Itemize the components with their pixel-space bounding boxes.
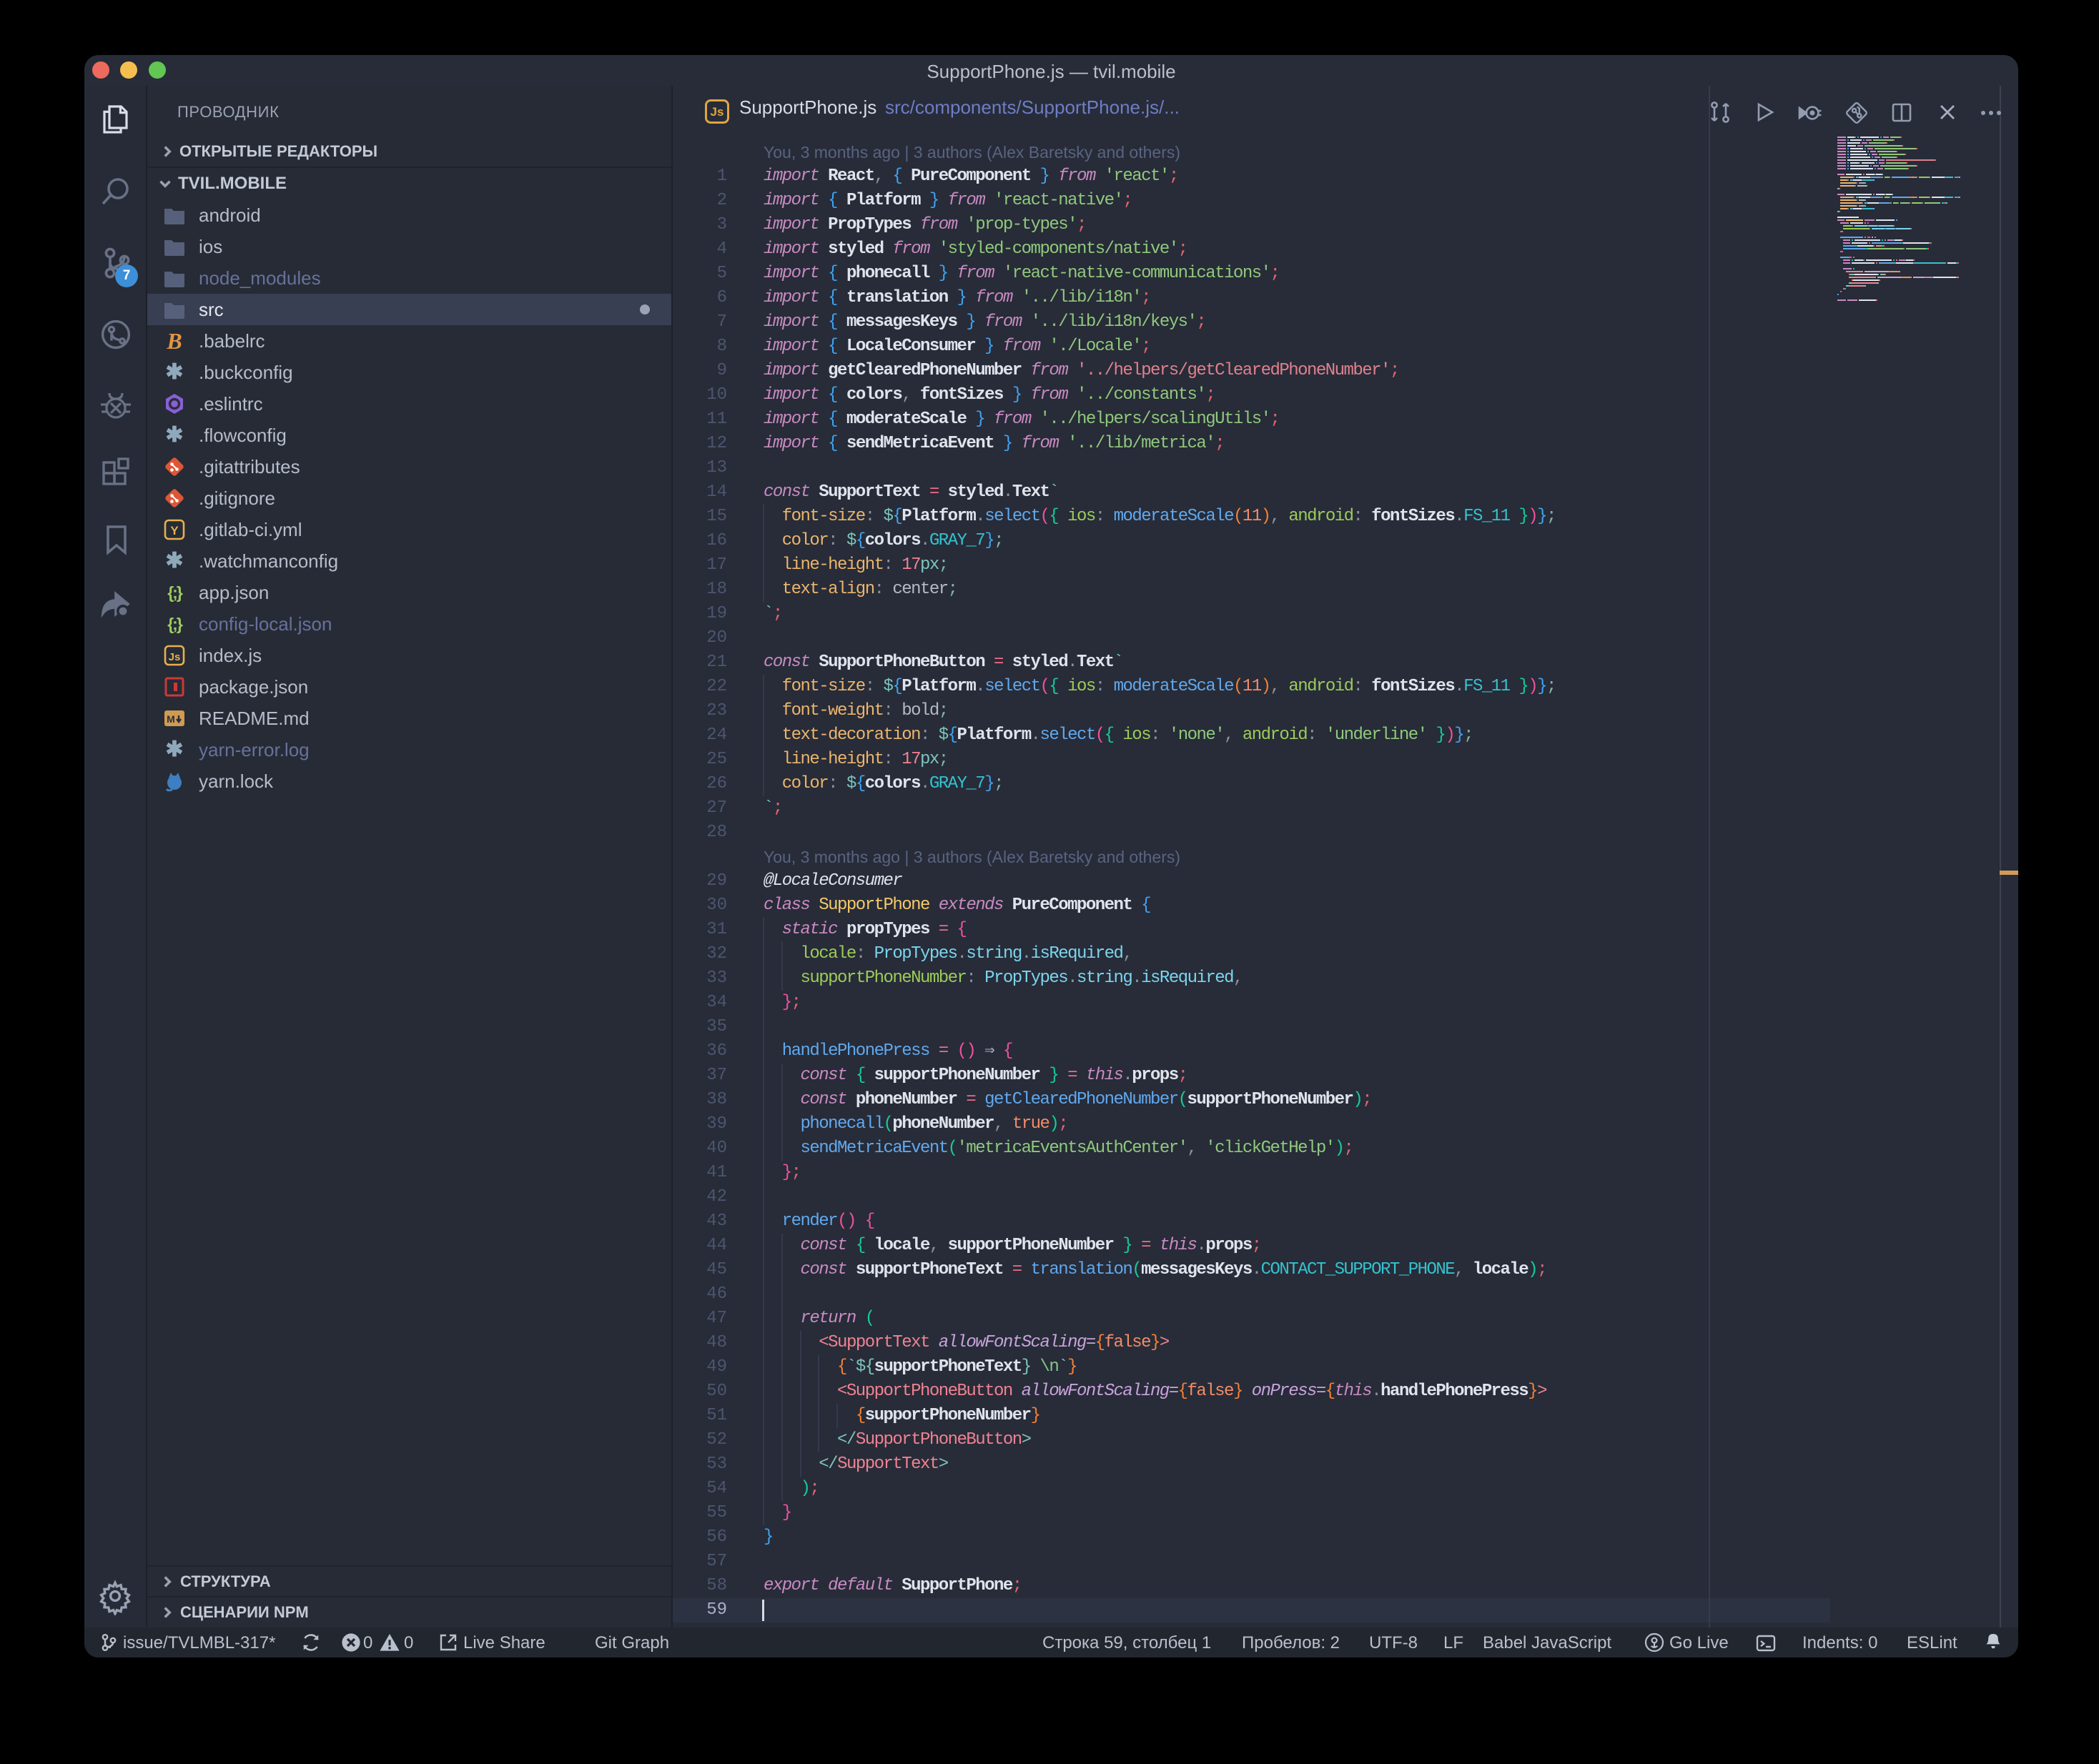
svg-text:Y: Y — [170, 524, 179, 537]
svg-text:Js: Js — [169, 651, 181, 663]
svg-text:M: M — [167, 713, 175, 725]
